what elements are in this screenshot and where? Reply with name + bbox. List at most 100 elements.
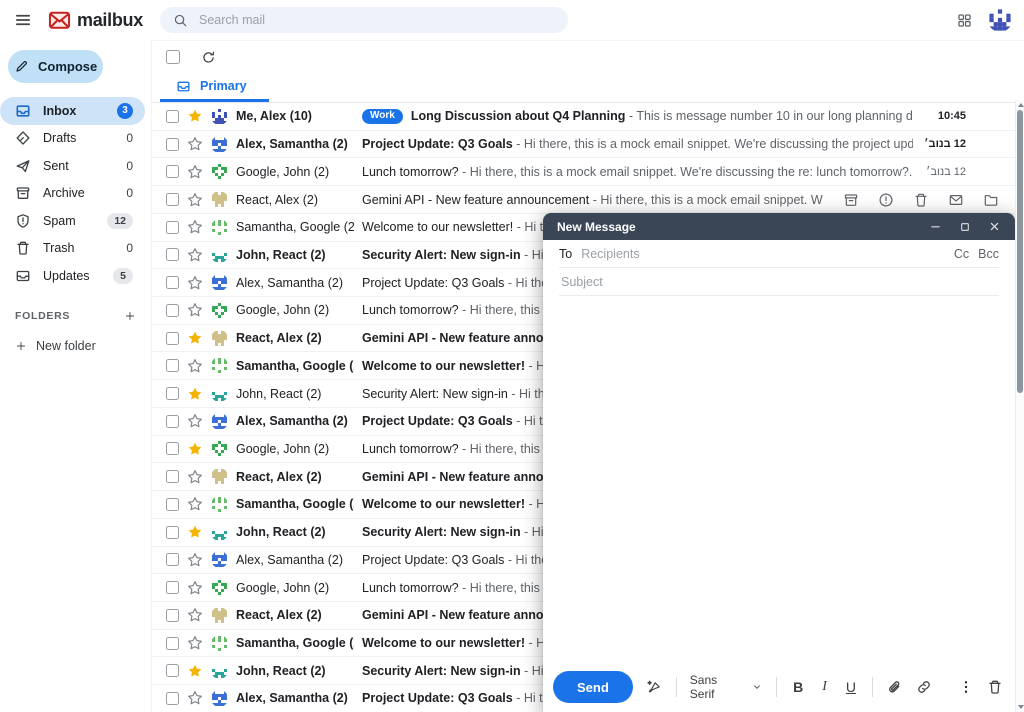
user-avatar[interactable] (988, 8, 1012, 32)
bold-button[interactable]: B (790, 679, 806, 695)
search-input[interactable] (197, 12, 555, 28)
sender-name: Google, John (2) (236, 303, 354, 317)
row-checkbox[interactable] (166, 304, 179, 317)
row-checkbox[interactable] (166, 609, 179, 622)
underline-button[interactable]: U (843, 679, 859, 695)
minimize-icon[interactable] (929, 220, 942, 233)
more-options-icon[interactable] (958, 679, 974, 695)
italic-button[interactable]: I (819, 679, 830, 695)
scroll-up-arrow[interactable] (1018, 103, 1024, 107)
sidebar-item-sent[interactable]: Sent0 (0, 152, 145, 180)
search-bar[interactable] (160, 7, 568, 33)
archive-icon[interactable] (843, 192, 859, 208)
apps-grid-icon[interactable] (956, 12, 973, 29)
tab-primary[interactable]: Primary (160, 73, 269, 102)
star-icon[interactable] (187, 219, 203, 235)
mark-read-icon[interactable] (948, 192, 964, 208)
email-subject: Security Alert: New sign-in (362, 525, 521, 539)
row-checkbox[interactable] (166, 193, 179, 206)
refresh-icon[interactable] (201, 50, 216, 65)
sidebar-item-archive[interactable]: Archive0 (0, 180, 145, 208)
star-icon[interactable] (187, 247, 203, 263)
attachment-icon[interactable] (886, 679, 903, 696)
star-icon[interactable] (187, 552, 203, 568)
star-icon[interactable] (187, 275, 203, 291)
row-checkbox[interactable] (166, 110, 179, 123)
email-row[interactable]: React, Alex (2) Gemini API - New feature… (152, 186, 1015, 214)
pen-sparkle-icon[interactable] (646, 679, 663, 696)
move-to-icon[interactable] (983, 192, 999, 208)
font-selector[interactable]: Sans Serif (690, 673, 763, 701)
row-checkbox[interactable] (166, 415, 179, 428)
sidebar-item-spam[interactable]: Spam12 (0, 207, 145, 235)
star-icon[interactable] (187, 607, 203, 623)
star-icon[interactable] (187, 690, 203, 706)
row-checkbox[interactable] (166, 248, 179, 261)
star-icon[interactable] (187, 358, 203, 374)
star-icon[interactable] (187, 136, 203, 152)
star-icon[interactable] (187, 580, 203, 596)
star-icon[interactable] (187, 386, 203, 402)
send-button[interactable]: Send (553, 671, 633, 703)
star-icon[interactable] (187, 413, 203, 429)
sender-name: John, React (2) (236, 664, 354, 678)
maximize-icon[interactable] (959, 221, 971, 233)
row-checkbox[interactable] (166, 498, 179, 511)
recipients-input[interactable] (579, 246, 947, 262)
discard-draft-icon[interactable] (987, 679, 1003, 695)
row-checkbox[interactable] (166, 664, 179, 677)
sidebar-item-inbox[interactable]: Inbox3 (0, 97, 145, 125)
row-checkbox[interactable] (166, 526, 179, 539)
compose-body[interactable] (543, 296, 1015, 666)
hamburger-menu-icon[interactable] (10, 7, 36, 33)
row-checkbox[interactable] (166, 332, 179, 345)
list-scrollbar[interactable] (1015, 100, 1024, 712)
row-checkbox[interactable] (166, 637, 179, 650)
compose-button[interactable]: Compose (8, 50, 103, 83)
delete-icon[interactable] (913, 192, 929, 208)
close-icon[interactable] (988, 220, 1001, 233)
bcc-button[interactable]: Bcc (978, 247, 999, 261)
row-checkbox[interactable] (166, 138, 179, 151)
email-subject: Welcome to our newsletter! (362, 636, 525, 650)
compose-window-header[interactable]: New Message (543, 213, 1015, 240)
link-icon[interactable] (916, 679, 932, 695)
row-checkbox[interactable] (166, 581, 179, 594)
star-icon[interactable] (187, 108, 203, 124)
report-spam-icon[interactable] (878, 192, 894, 208)
sidebar-item-drafts[interactable]: Drafts0 (0, 125, 145, 153)
cc-button[interactable]: Cc (954, 247, 969, 261)
star-icon[interactable] (187, 524, 203, 540)
scroll-down-arrow[interactable] (1018, 705, 1024, 709)
row-checkbox[interactable] (166, 276, 179, 289)
email-row[interactable]: Alex, Samantha (2) Project Update: Q3 Go… (152, 131, 1015, 159)
star-icon[interactable] (187, 330, 203, 346)
sidebar-item-count: 0 (126, 241, 133, 255)
star-icon[interactable] (187, 635, 203, 651)
sidebar-item-updates[interactable]: Updates5 (0, 262, 145, 290)
star-icon[interactable] (187, 469, 203, 485)
sidebar-item-trash[interactable]: Trash0 (0, 235, 145, 263)
star-icon[interactable] (187, 192, 203, 208)
star-icon[interactable] (187, 441, 203, 457)
email-subject: Project Update: Q3 Goals (362, 276, 504, 290)
row-checkbox[interactable] (166, 442, 179, 455)
select-all-checkbox[interactable] (166, 50, 180, 64)
email-row[interactable]: Me, Alex (10) Work Long Discussion about… (152, 103, 1015, 131)
add-folder-icon[interactable] (124, 310, 136, 322)
subject-input[interactable] (559, 274, 999, 290)
row-checkbox[interactable] (166, 165, 179, 178)
row-checkbox[interactable] (166, 359, 179, 372)
star-icon[interactable] (187, 302, 203, 318)
row-checkbox[interactable] (166, 221, 179, 234)
star-icon[interactable] (187, 663, 203, 679)
scrollbar-thumb[interactable] (1017, 110, 1023, 393)
star-icon[interactable] (187, 496, 203, 512)
row-checkbox[interactable] (166, 470, 179, 483)
row-checkbox[interactable] (166, 553, 179, 566)
star-icon[interactable] (187, 164, 203, 180)
row-checkbox[interactable] (166, 692, 179, 705)
row-checkbox[interactable] (166, 387, 179, 400)
new-folder-button[interactable]: New folder (0, 339, 151, 353)
email-row[interactable]: Google, John (2) Lunch tomorrow? - Hi th… (152, 158, 1015, 186)
